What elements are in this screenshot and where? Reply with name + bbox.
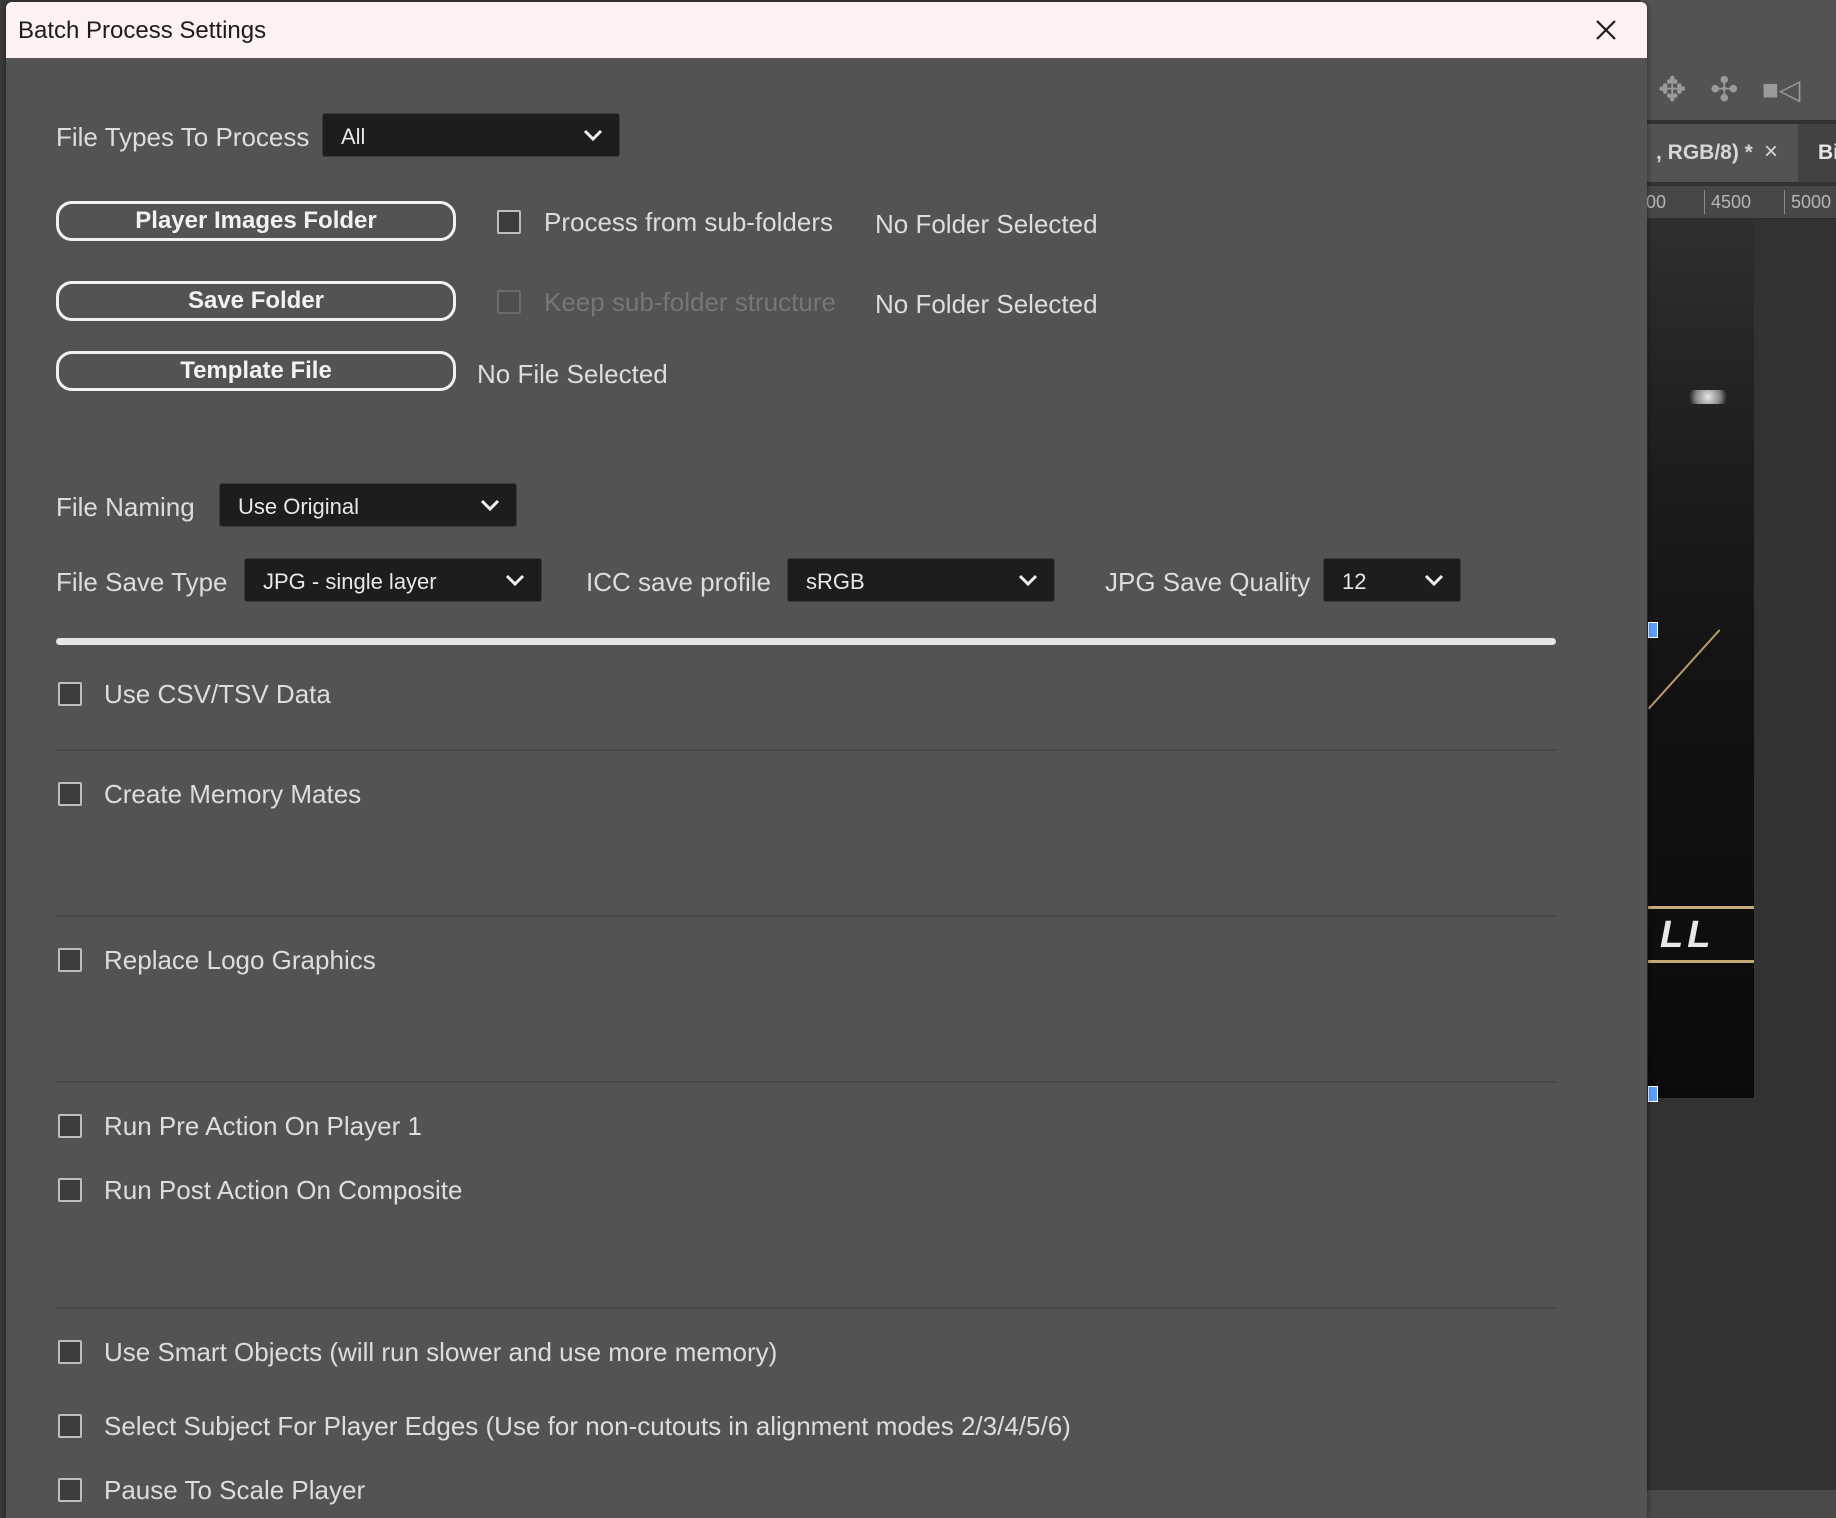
pan-icon[interactable]: ✣ — [1710, 70, 1739, 110]
process-subfolders-checkbox[interactable] — [497, 210, 521, 234]
select-subject-label: Select Subject For Player Edges (Use for… — [104, 1411, 1071, 1441]
file-types-label: File Types To Process — [56, 122, 310, 152]
pre-action-checkbox[interactable] — [58, 1114, 82, 1138]
close-button[interactable] — [1584, 8, 1628, 52]
chevron-down-icon — [1018, 574, 1038, 587]
icc-profile-value: sRGB — [806, 569, 865, 594]
document-tab[interactable]: , RGB/8) * × — [1640, 124, 1798, 182]
smart-objects-checkbox[interactable] — [58, 1340, 82, 1364]
progress-bar — [56, 638, 1556, 645]
use-csv-label: Use CSV/TSV Data — [104, 679, 331, 709]
player-images-folder-button[interactable]: Player Images Folder — [56, 201, 456, 241]
memory-mates-label: Create Memory Mates — [104, 779, 362, 809]
pre-action-label: Run Pre Action On Player 1 — [104, 1111, 422, 1141]
use-csv-checkbox[interactable] — [58, 682, 82, 706]
section-divider — [56, 749, 1556, 751]
progress-fill — [56, 638, 1556, 645]
background-app: ✥ ✣ ■◁ , RGB/8) * × Bi 00 4500 5000 LL — [1640, 0, 1836, 1518]
section-divider — [56, 1081, 1556, 1083]
file-naming-select[interactable]: Use Original — [219, 483, 517, 527]
background-toolbar: ✥ ✣ ■◁ — [1640, 0, 1836, 120]
canvas-text: LL — [1660, 914, 1715, 956]
process-subfolders-label: Process from sub-folders — [544, 207, 833, 237]
document-canvas[interactable]: LL — [1648, 218, 1754, 1098]
stadium-lights — [1682, 390, 1734, 404]
smart-objects-label: Use Smart Objects (will run slower and u… — [104, 1337, 778, 1367]
file-save-type-label: File Save Type — [56, 567, 228, 597]
replace-logo-checkbox[interactable] — [58, 948, 82, 972]
jpg-quality-select[interactable]: 12 — [1323, 558, 1461, 602]
keep-structure-checkbox — [497, 290, 521, 314]
save-folder-status: No Folder Selected — [875, 289, 1098, 319]
file-types-value: All — [341, 124, 366, 149]
close-icon[interactable]: × — [1764, 138, 1778, 166]
file-types-select[interactable]: All — [322, 113, 620, 157]
icc-profile-select[interactable]: sRGB — [787, 558, 1055, 602]
chevron-down-icon — [480, 499, 500, 512]
move-icon[interactable]: ✥ — [1658, 70, 1687, 110]
jpg-quality-value: 12 — [1342, 569, 1367, 594]
jpg-quality-label: JPG Save Quality — [1105, 567, 1311, 597]
file-naming-label: File Naming — [56, 492, 195, 522]
chevron-down-icon — [505, 574, 525, 587]
post-action-label: Run Post Action On Composite — [104, 1175, 463, 1205]
template-file-button[interactable]: Template File — [56, 351, 456, 391]
ruler: 00 4500 5000 — [1640, 186, 1836, 219]
transform-handle[interactable] — [1648, 1086, 1658, 1102]
post-action-checkbox[interactable] — [58, 1178, 82, 1202]
scrollbar[interactable] — [1640, 1490, 1836, 1518]
template-file-status: No File Selected — [477, 359, 668, 389]
transform-handle[interactable] — [1648, 622, 1658, 638]
batch-process-dialog: Batch Process Settings File Types To Pro… — [6, 2, 1647, 1518]
pause-scale-label: Pause To Scale Player — [104, 1475, 366, 1505]
file-save-type-select[interactable]: JPG - single layer — [244, 558, 542, 602]
section-divider — [56, 1307, 1556, 1309]
close-icon — [1596, 20, 1616, 40]
document-tab-bar: , RGB/8) * × Bi — [1640, 124, 1836, 182]
video-camera-icon[interactable]: ■◁ — [1762, 70, 1800, 110]
pause-scale-checkbox[interactable] — [58, 1478, 82, 1502]
file-save-type-value: JPG - single layer — [263, 569, 437, 594]
memory-mates-checkbox[interactable] — [58, 782, 82, 806]
document-tab-2-label[interactable]: Bi — [1818, 141, 1836, 165]
canvas-band — [1648, 906, 1754, 909]
save-folder-button[interactable]: Save Folder — [56, 281, 456, 321]
select-subject-checkbox[interactable] — [58, 1414, 82, 1438]
player-images-folder-status: No Folder Selected — [875, 209, 1098, 239]
icc-profile-label: ICC save profile — [586, 567, 771, 597]
chevron-down-icon — [1424, 574, 1444, 587]
keep-structure-label: Keep sub-folder structure — [544, 287, 836, 317]
canvas-diagonal-line — [1648, 629, 1721, 710]
dialog-title: Batch Process Settings — [18, 17, 267, 44]
canvas-band — [1648, 960, 1754, 963]
replace-logo-label: Replace Logo Graphics — [104, 945, 376, 975]
document-tab-label: , RGB/8) * — [1656, 141, 1753, 164]
ruler-tick: 4500 — [1704, 190, 1751, 214]
file-naming-value: Use Original — [238, 494, 360, 519]
section-divider — [56, 915, 1556, 917]
title-bar: Batch Process Settings — [6, 2, 1647, 58]
ruler-tick: 5000 — [1784, 190, 1831, 214]
chevron-down-icon — [583, 129, 603, 142]
